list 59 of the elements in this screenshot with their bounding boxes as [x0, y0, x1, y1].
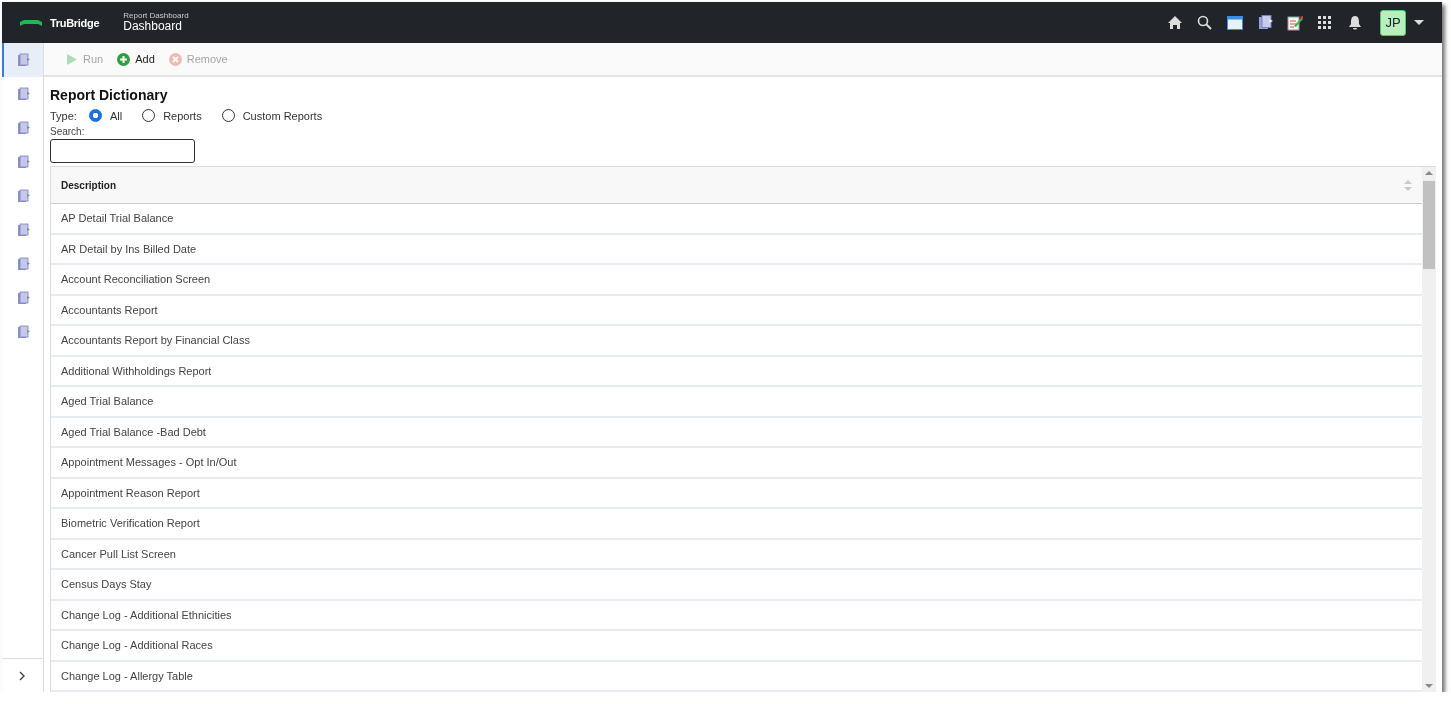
table-cell: Aged Trial Balance -Bad Debt: [61, 425, 206, 438]
page-title: Report Dictionary: [50, 87, 169, 103]
close-icon: [168, 52, 182, 66]
report-icon: [17, 291, 30, 305]
report-icon: [17, 189, 30, 203]
report-icon: [17, 325, 30, 339]
documents-icon[interactable]: [1257, 14, 1273, 31]
search-field[interactable]: [50, 139, 195, 163]
app-title: Dashboard: [123, 20, 183, 33]
window-icon[interactable]: [1227, 14, 1243, 31]
sidebar-item[interactable]: [2, 43, 43, 77]
radio-label[interactable]: Reports: [163, 109, 202, 122]
table-cell: AR Detail by Ins Billed Date: [61, 242, 197, 255]
bell-icon[interactable]: [1347, 14, 1363, 31]
brand-name: TruBridge: [50, 16, 100, 29]
toolbar-button[interactable]: Add: [115, 52, 157, 66]
table-cell: Account Reconciliation Screen: [61, 273, 211, 286]
radio-label[interactable]: Custom Reports: [242, 109, 323, 122]
report-icon: [17, 223, 30, 237]
search-icon[interactable]: [1197, 14, 1213, 31]
radio-button[interactable]: [88, 109, 102, 122]
notepad-pencil-icon[interactable]: [1287, 14, 1303, 31]
table-cell: Change Log - Additional Races: [61, 639, 213, 652]
scroll-down-icon[interactable]: [1425, 684, 1433, 688]
report-icon: [17, 155, 30, 169]
report-icon: [17, 257, 30, 271]
table-cell: Appointment Messages - Opt In/Out: [61, 456, 237, 469]
table-cell: AP Detail Trial Balance: [61, 212, 174, 225]
chevron-right-icon: [19, 670, 26, 681]
type-label: Type:: [50, 109, 77, 122]
table-cell: Change Log - Additional Ethnicities: [61, 608, 232, 621]
table-cell: Biometric Verification Report: [61, 517, 200, 530]
column-header-label: Description: [61, 179, 116, 191]
caret-icon[interactable]: [1414, 20, 1424, 25]
plus-icon: [117, 52, 131, 66]
scroll-up-icon[interactable]: [1425, 171, 1433, 175]
report-icon: [17, 53, 30, 67]
table-cell: Additional Withholdings Report: [61, 364, 212, 377]
table-cell: Accountants Report by Financial Class: [61, 334, 250, 347]
scrollbar[interactable]: [1422, 167, 1436, 692]
home-icon[interactable]: [1167, 14, 1183, 31]
report-icon: [17, 87, 30, 101]
table-cell: Accountants Report: [61, 303, 158, 316]
sort-icon[interactable]: [1404, 179, 1412, 191]
user-avatar[interactable]: JP: [1380, 9, 1406, 36]
column-header[interactable]: Description: [51, 167, 1422, 204]
logo-icon: [20, 18, 42, 27]
search-label: Search:: [50, 126, 86, 137]
table-cell: Cancer Pull List Screen: [61, 547, 176, 560]
radio-label[interactable]: All: [109, 109, 123, 122]
report-icon: [17, 121, 30, 135]
scrollbar-thumb[interactable]: [1423, 181, 1435, 269]
table-cell: Change Log - Allergy Table: [61, 669, 193, 682]
apps-grid-icon[interactable]: [1317, 14, 1333, 31]
app-subtitle: Report Dashboard: [123, 12, 189, 21]
table-cell: Aged Trial Balance: [61, 395, 154, 408]
play-icon: [66, 52, 78, 66]
table-cell: Appointment Reason Report: [61, 486, 200, 499]
table-cell: Census Days Stay: [61, 578, 152, 591]
